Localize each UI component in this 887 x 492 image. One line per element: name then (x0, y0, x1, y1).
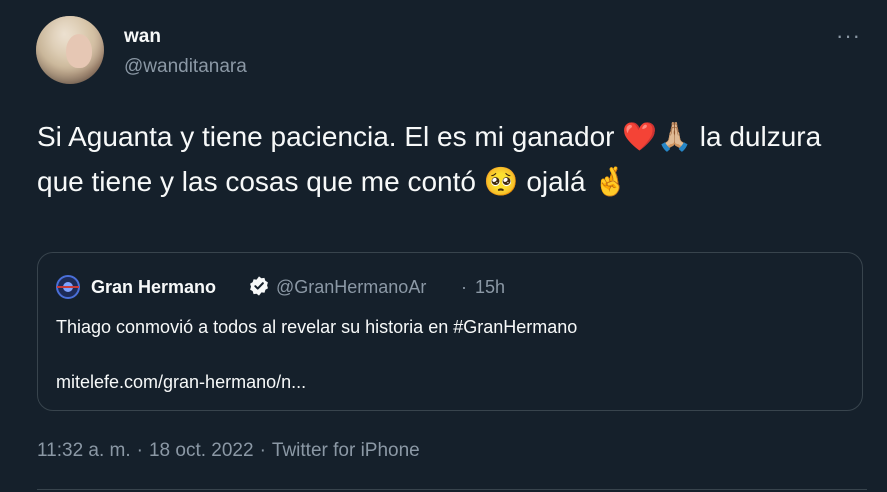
author-avatar[interactable] (36, 16, 104, 84)
author-handle[interactable]: @wanditanara (124, 56, 247, 78)
tweet-metadata: 11:32 a. m. · 18 oct. 2022 · Twitter for iPh… (37, 440, 420, 462)
tweet-date[interactable]: 18 oct. 2022 (149, 440, 254, 462)
tweet-text: Si Aguanta y tiene paciencia. El es mi g… (37, 121, 822, 197)
more-options-icon[interactable]: ··· (836, 25, 866, 50)
gran-hermano-logo-icon (56, 275, 80, 299)
quoted-display-name: Gran Hermano (91, 277, 217, 297)
author-display-name[interactable]: wan (124, 26, 161, 48)
meta-separator: · (259, 440, 266, 461)
divider (37, 489, 867, 490)
meta-separator: · (136, 440, 143, 461)
verified-badge-icon (250, 276, 268, 296)
quoted-separator: · (461, 277, 467, 297)
quoted-timestamp[interactable]: 15h (475, 277, 505, 298)
quoted-tweet[interactable]: Gran Hermano @GranHermanoAr · 15h Thiago… (37, 252, 863, 411)
avatar-face (66, 34, 92, 68)
tweet-source[interactable]: Twitter for iPhone (272, 440, 420, 462)
quoted-text: Thiago conmovió a todos al revelar su hi… (56, 317, 578, 337)
quoted-link[interactable]: mitelefe.com/gran-hermano/n... (56, 372, 306, 393)
tweet: wan @wanditanara ··· Si Aguanta y tiene … (0, 0, 887, 492)
tweet-time[interactable]: 11:32 a. m. (37, 440, 131, 462)
quoted-handle: @GranHermanoAr (276, 277, 427, 297)
